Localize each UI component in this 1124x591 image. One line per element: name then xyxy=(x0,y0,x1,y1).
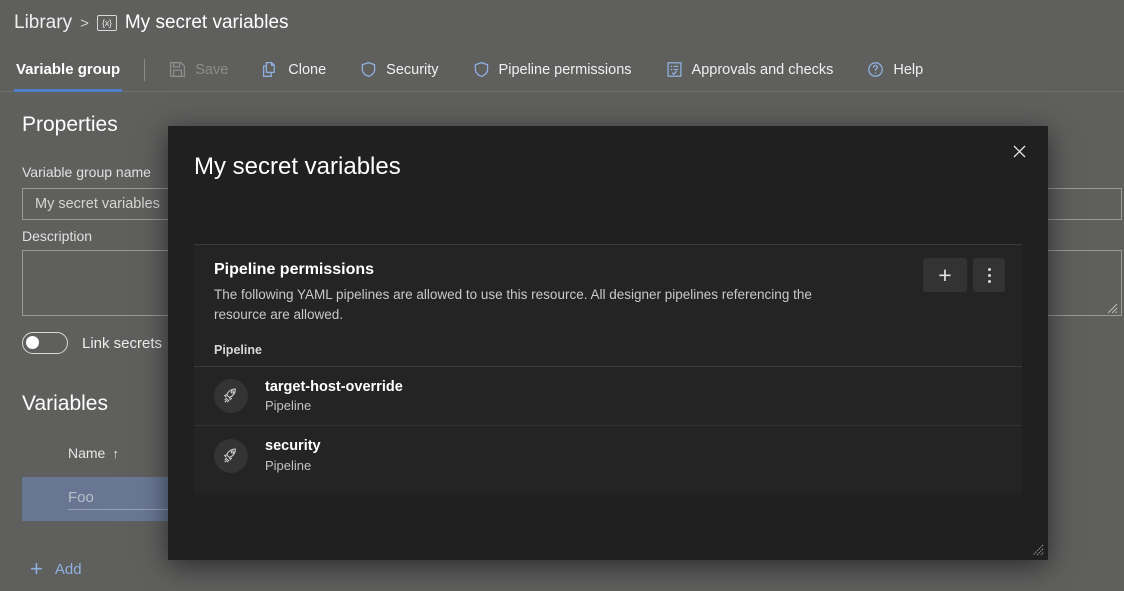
tab-active-underline xyxy=(14,88,123,92)
help-button[interactable]: Help xyxy=(861,55,929,85)
rocket-icon xyxy=(214,379,248,414)
variable-group-icon: {x} xyxy=(96,15,117,31)
pipeline-permissions-label: Pipeline permissions xyxy=(498,61,632,78)
sort-ascending-icon: ↑ xyxy=(112,445,119,461)
help-label: Help xyxy=(893,61,924,78)
shield-icon xyxy=(360,61,377,78)
pipeline-permissions-button[interactable]: Pipeline permissions xyxy=(467,55,638,85)
list-item[interactable]: security Pipeline xyxy=(194,426,1022,485)
properties-heading: Properties xyxy=(22,113,118,136)
approvals-and-checks-label: Approvals and checks xyxy=(691,61,834,78)
plus-icon: + xyxy=(30,556,43,581)
add-variable-label: Add xyxy=(54,560,82,578)
tab-variable-group[interactable]: Variable group xyxy=(14,48,123,92)
toggle-knob xyxy=(26,336,39,349)
dialog-resize-grip-icon[interactable] xyxy=(1031,543,1044,556)
toolbar: Variable group Save Clone Security Pipel… xyxy=(0,48,1124,92)
card-actions: + xyxy=(923,258,1005,292)
pipeline-type: Pipeline xyxy=(265,457,312,473)
list-item[interactable]: target-host-override Pipeline xyxy=(194,367,1022,427)
save-button[interactable]: Save xyxy=(163,55,234,85)
link-secrets-label: Link secrets xyxy=(82,334,163,352)
close-icon[interactable] xyxy=(1002,134,1036,168)
add-variable-button[interactable]: + Add xyxy=(30,558,82,580)
link-secrets-toggle[interactable] xyxy=(22,332,68,354)
plus-icon: + xyxy=(938,261,952,288)
pipeline-permissions-dialog: My secret variables Pipeline permissions… xyxy=(168,126,1048,560)
add-pipeline-button[interactable]: + xyxy=(923,258,967,292)
tab-variable-group-label: Variable group xyxy=(16,61,121,78)
checklist-icon xyxy=(666,61,683,78)
card-title: Pipeline permissions xyxy=(214,261,375,278)
description-label: Description xyxy=(22,228,93,244)
dialog-title: My secret variables xyxy=(194,153,401,180)
security-label: Security xyxy=(386,61,439,78)
help-circle-icon xyxy=(867,61,884,78)
clone-icon xyxy=(262,61,279,78)
link-secrets-row: Link secrets xyxy=(22,332,162,354)
pipeline-column-header: Pipeline xyxy=(194,343,1022,368)
variables-heading: Variables xyxy=(22,392,108,415)
kebab-menu-icon xyxy=(987,267,991,283)
breadcrumb: Library > {x} My secret variables xyxy=(14,8,289,38)
breadcrumb-current-title: My secret variables xyxy=(124,12,289,33)
more-options-button[interactable] xyxy=(973,258,1005,292)
pipeline-permissions-card: Pipeline permissions The following YAML … xyxy=(194,244,1022,493)
list-item-text: security Pipeline xyxy=(265,437,321,474)
pipeline-type: Pipeline xyxy=(265,398,312,414)
security-button[interactable]: Security xyxy=(354,55,444,85)
variable-group-name-label: Variable group name xyxy=(22,164,151,180)
shield-icon xyxy=(473,61,490,78)
list-item-text: target-host-override Pipeline xyxy=(265,378,403,415)
rocket-icon xyxy=(214,438,248,473)
breadcrumb-library-link[interactable]: Library xyxy=(14,12,72,34)
pipeline-name: security xyxy=(265,438,321,455)
page-root: Library > {x} My secret variables Variab… xyxy=(0,0,1124,591)
breadcrumb-separator: > xyxy=(80,14,89,32)
card-header: Pipeline permissions The following YAML … xyxy=(194,245,1022,324)
card-description: The following YAML pipelines are allowed… xyxy=(214,287,812,322)
save-icon xyxy=(169,61,186,78)
pipeline-name: target-host-override xyxy=(265,378,403,395)
column-header-name-label: Name xyxy=(68,445,106,461)
clone-button[interactable]: Clone xyxy=(256,55,332,85)
column-header-name[interactable]: Name ↑ xyxy=(68,445,119,461)
approvals-and-checks-button[interactable]: Approvals and checks xyxy=(660,55,840,85)
save-label: Save xyxy=(195,61,229,78)
clone-label: Clone xyxy=(288,61,327,78)
toolbar-divider xyxy=(144,58,146,81)
